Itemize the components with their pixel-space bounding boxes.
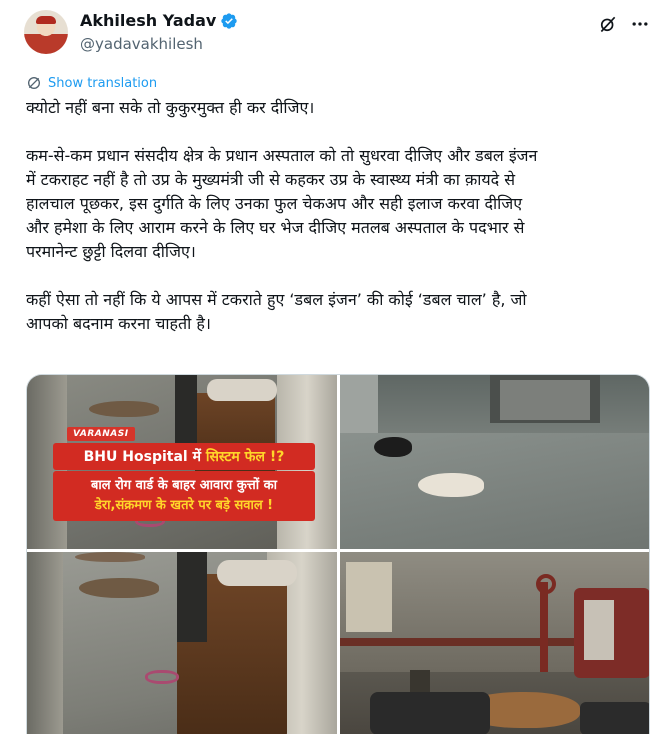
tweet-header: Akhilesh Yadav @yadavakhilesh	[0, 0, 670, 70]
photo-1[interactable]: VARANASI BHU Hospital में सिस्टम फेल !? …	[27, 375, 337, 549]
news-sub-line-2: डेरा,संक्रमण के खतरे पर बड़े सवाल !	[94, 498, 274, 513]
author-name-row[interactable]: Akhilesh Yadav	[80, 11, 238, 30]
tweet-p2-line: हालचाल पूछकर, इस दुर्गति के लिए उनका फुल…	[26, 194, 523, 213]
tweet-p3-line: कहीं ऐसा तो नहीं कि ये आपस में टकराते हु…	[26, 290, 527, 309]
news-sub-line-1: बाल रोग वार्ड के बाहर आवारा कुत्तों का	[90, 478, 278, 493]
verified-badge-icon	[221, 12, 237, 29]
tweet-p2-line: कम-से-कम प्रधान संसदीय क्षेत्र के प्रधान…	[26, 146, 538, 165]
news-subheadline: बाल रोग वार्ड के बाहर आवारा कुत्तों का ड…	[53, 471, 315, 521]
tweet-p3-line: आपको बदनाम करना चाहती है।	[26, 314, 211, 333]
photo-3[interactable]	[27, 552, 337, 734]
tweet-line-1: क्योटो नहीं बना सके तो कुकुरमुक्त ही कर …	[26, 98, 315, 117]
author-name[interactable]: Akhilesh Yadav	[80, 11, 216, 30]
news-headline: BHU Hospital में सिस्टम फेल !?	[53, 443, 315, 470]
author-handle[interactable]: @yadavakhilesh	[80, 35, 203, 53]
tweet-p2-line: परमानेन्ट छुट्टी दिलवा दीजिए।	[26, 242, 196, 261]
photo-4[interactable]	[340, 552, 649, 734]
tweet-p2-line: में टकराहट नहीं है तो उप्र के मुख्यमंत्र…	[26, 170, 516, 189]
tweet-paragraph-2: कम-से-कम प्रधान संसदीय क्षेत्र के प्रधान…	[26, 144, 656, 264]
avatar[interactable]	[24, 10, 68, 54]
tweet-text: क्योटो नहीं बना सके तो कुकुरमुक्त ही कर …	[26, 96, 656, 336]
more-icon[interactable]	[628, 12, 652, 36]
photo-2[interactable]	[340, 375, 649, 549]
grok-icon[interactable]	[598, 14, 618, 34]
location-tag: VARANASI	[67, 427, 135, 441]
show-translation-link[interactable]: Show translation	[26, 75, 157, 91]
tweet-paragraph-3: कहीं ऐसा तो नहीं कि ये आपस में टकराते हु…	[26, 288, 656, 336]
media-grid: VARANASI BHU Hospital में सिस्टम फेल !? …	[26, 374, 650, 734]
translate-icon	[28, 77, 40, 89]
show-translation-label[interactable]: Show translation	[48, 76, 157, 91]
news-headline-highlight: सिस्टम फेल !?	[205, 449, 285, 465]
tweet-p2-line: और हमेशा के लिए आराम करने के लिए घर भेज …	[26, 218, 525, 237]
news-headline-prefix: BHU Hospital में	[83, 449, 206, 465]
